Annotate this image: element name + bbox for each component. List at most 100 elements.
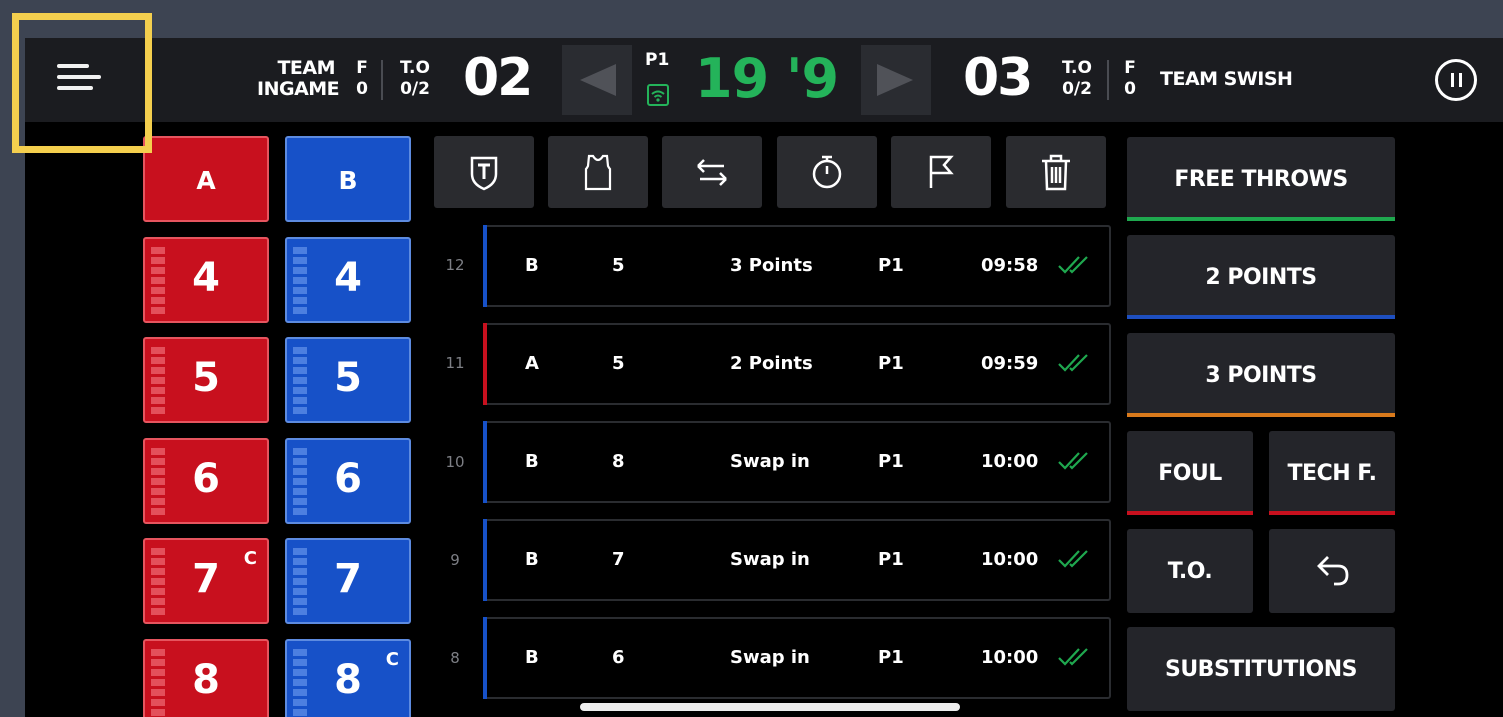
- left-timeouts: T.O 0/2: [393, 58, 437, 100]
- tech-foul-label: TECH F.: [1287, 460, 1377, 486]
- score-left: 02: [463, 48, 533, 108]
- event-index: 10: [445, 453, 465, 471]
- event-team: B: [525, 451, 539, 472]
- event-row[interactable]: B 6 Swap in P1 10:00: [483, 617, 1111, 699]
- substitutions-button[interactable]: SUBSTITUTIONS: [1127, 627, 1395, 711]
- event-time: 09:58: [981, 255, 1039, 276]
- timeout-button[interactable]: T.O.: [1127, 529, 1253, 613]
- captain-badge: C: [385, 649, 399, 670]
- event-period: P1: [878, 353, 904, 374]
- clock-back-button[interactable]: [562, 45, 632, 115]
- event-team: B: [525, 255, 539, 276]
- team-b-player-7[interactable]: 7: [285, 538, 411, 624]
- team-b-player-6[interactable]: 6: [285, 438, 411, 524]
- free-throws-button[interactable]: FREE THROWS: [1127, 137, 1395, 221]
- team-accent: [483, 617, 487, 699]
- double-check-icon: [1058, 550, 1088, 568]
- team-a-player-6[interactable]: 6: [143, 438, 269, 524]
- clock-forward-button[interactable]: [861, 45, 931, 115]
- event-index: 11: [445, 354, 465, 372]
- event-row[interactable]: B 5 3 Points P1 09:58: [483, 225, 1111, 307]
- undo-button[interactable]: [1269, 529, 1395, 613]
- swap-button[interactable]: [662, 136, 762, 208]
- scoreboard-bar: TEAM INGAME F 0 T.O 0/2 02 P1 19 '9 03 T…: [25, 38, 1503, 122]
- event-period: P1: [878, 255, 904, 276]
- divider: [381, 60, 383, 100]
- event-period: P1: [878, 647, 904, 668]
- tech-foul-button[interactable]: TECH F.: [1269, 431, 1395, 515]
- undo-icon: [1317, 556, 1349, 586]
- team-a-button[interactable]: A: [143, 136, 269, 222]
- menu-button[interactable]: [53, 60, 105, 100]
- team-a-player-4[interactable]: 4: [143, 237, 269, 323]
- event-action: Swap in: [730, 549, 810, 570]
- team-left-name-line1: TEAM: [277, 57, 335, 79]
- event-index: 9: [450, 551, 460, 569]
- team-a-player-5[interactable]: 5: [143, 337, 269, 423]
- event-time: 09:59: [981, 353, 1039, 374]
- event-player: 5: [612, 353, 625, 374]
- player-number: 6: [192, 456, 220, 502]
- pause-button[interactable]: [1435, 59, 1477, 101]
- wifi-icon: [647, 84, 669, 110]
- event-player: 8: [612, 451, 625, 472]
- two-points-button[interactable]: 2 POINTS: [1127, 235, 1395, 319]
- double-check-icon: [1058, 648, 1088, 666]
- event-action: Swap in: [730, 451, 810, 472]
- event-row[interactable]: A 5 2 Points P1 09:59: [483, 323, 1111, 405]
- delete-button[interactable]: [1006, 136, 1106, 208]
- right-fouls: F 0: [1119, 58, 1141, 100]
- team-a-label: A: [196, 166, 216, 195]
- flag-button[interactable]: [891, 136, 991, 208]
- left-fouls: F 0: [351, 58, 373, 100]
- foul-button[interactable]: FOUL: [1127, 431, 1253, 515]
- player-number: 7: [334, 556, 362, 602]
- timer-button[interactable]: [777, 136, 877, 208]
- three-points-button[interactable]: 3 POINTS: [1127, 333, 1395, 417]
- left-arrow-icon: [580, 64, 616, 96]
- player-number: 4: [334, 255, 362, 301]
- foul-label: FOUL: [1158, 460, 1222, 486]
- event-team: A: [525, 353, 539, 374]
- captain-badge: C: [243, 548, 257, 569]
- team-b-player-5[interactable]: 5: [285, 337, 411, 423]
- team-b-button[interactable]: B: [285, 136, 411, 222]
- team-b-label: B: [338, 166, 358, 195]
- double-check-icon: [1058, 452, 1088, 470]
- two-points-label: 2 POINTS: [1205, 264, 1317, 290]
- player-number: 5: [334, 355, 362, 401]
- team-b-player-4[interactable]: 4: [285, 237, 411, 323]
- right-timeouts-label: T.O: [1062, 58, 1092, 78]
- period-label: P1: [645, 50, 670, 70]
- team-a-player-8[interactable]: 8: [143, 639, 269, 717]
- player-number: 6: [334, 456, 362, 502]
- left-fouls-label: F: [356, 58, 368, 78]
- event-time: 10:00: [981, 647, 1039, 668]
- player-filter-button[interactable]: [548, 136, 648, 208]
- stopwatch-icon: [812, 155, 842, 189]
- right-timeouts: T.O 0/2: [1055, 58, 1099, 100]
- event-action: 3 Points: [730, 255, 813, 276]
- score-right: 03: [963, 48, 1033, 108]
- right-fouls-value: 0: [1124, 79, 1136, 99]
- event-action: 2 Points: [730, 353, 813, 374]
- left-fouls-value: 0: [356, 79, 368, 99]
- event-period: P1: [878, 549, 904, 570]
- event-row[interactable]: B 7 Swap in P1 10:00: [483, 519, 1111, 601]
- double-check-icon: [1058, 256, 1088, 274]
- event-player: 7: [612, 549, 625, 570]
- event-time: 10:00: [981, 549, 1039, 570]
- flag-icon: [929, 155, 954, 188]
- team-right-name: TEAM SWISH: [1160, 68, 1293, 90]
- player-number: 4: [192, 255, 220, 301]
- right-arrow-icon: [877, 64, 913, 96]
- event-row[interactable]: B 8 Swap in P1 10:00: [483, 421, 1111, 503]
- double-check-icon: [1058, 354, 1088, 372]
- right-timeouts-value: 0/2: [1062, 79, 1092, 99]
- team-filter-button[interactable]: [434, 136, 534, 208]
- team-a-player-7[interactable]: 7 C: [143, 538, 269, 624]
- team-accent: [483, 519, 487, 601]
- free-throws-label: FREE THROWS: [1174, 166, 1348, 192]
- team-b-player-8[interactable]: 8 C: [285, 639, 411, 717]
- jersey-icon: [584, 154, 612, 191]
